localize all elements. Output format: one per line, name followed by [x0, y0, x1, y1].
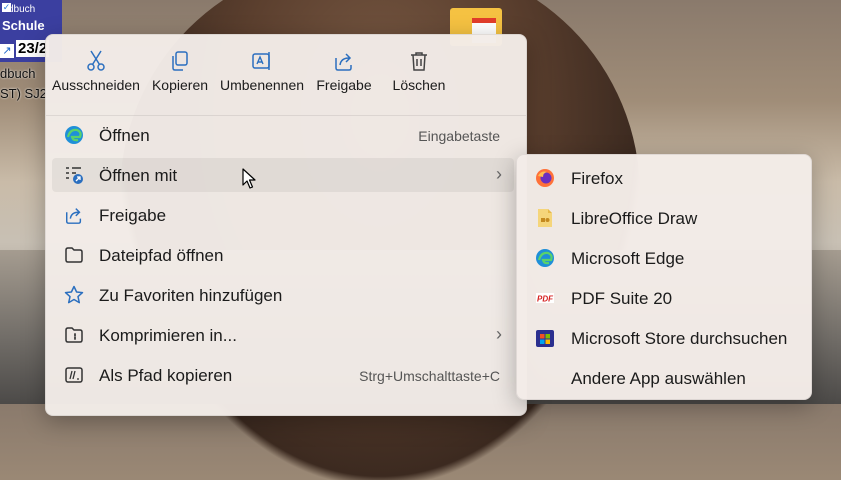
- desktop-shortcut-label-2: ST) SJ2: [0, 86, 47, 101]
- shortcut-hint: Eingabetaste: [418, 128, 500, 144]
- menu-item-open-file-location[interactable]: Dateipfad öffnen: [52, 238, 514, 272]
- tile-text-line1: dbuch: [8, 4, 36, 15]
- submenu-item-label: Microsoft Edge: [571, 249, 685, 268]
- copy-button[interactable]: Kopieren: [146, 43, 214, 107]
- submenu-item-label: Andere App auswählen: [571, 369, 746, 388]
- menu-item-label: Öffnen mit: [99, 166, 178, 185]
- menu-item-copy-as-path[interactable]: Als Pfad kopieren Strg+Umschalttaste+C: [52, 358, 514, 392]
- separator: [46, 115, 526, 116]
- star-icon: [64, 285, 84, 305]
- shortcut-arrow-icon: ↗: [0, 44, 14, 58]
- menu-item-label: Freigabe: [99, 206, 167, 225]
- open-with-icon: [64, 165, 84, 185]
- submenu-item-firefox[interactable]: Firefox: [523, 160, 805, 196]
- delete-button[interactable]: Löschen: [384, 43, 454, 107]
- menu-item-open-with[interactable]: Öffnen mit ›: [52, 158, 514, 192]
- copy-label: Kopieren: [151, 77, 209, 93]
- menu-item-label: Komprimieren in...: [99, 326, 237, 345]
- menu-item-label: Zu Favoriten hinzufügen: [99, 286, 283, 305]
- store-icon: [535, 328, 555, 348]
- chevron-right-icon: ›: [496, 164, 502, 184]
- share-button[interactable]: Freigabe: [310, 43, 378, 107]
- rename-icon: [216, 43, 308, 77]
- submenu-item-microsoft-edge[interactable]: Microsoft Edge: [523, 240, 805, 276]
- submenu-item-pdf-suite[interactable]: PDF PDF Suite 20: [523, 280, 805, 316]
- submenu-item-microsoft-store[interactable]: Microsoft Store durchsuchen: [523, 320, 805, 356]
- submenu-item-libreoffice-draw[interactable]: LibreOffice Draw: [523, 200, 805, 236]
- share-icon: [310, 43, 378, 77]
- share-label: Freigabe: [316, 77, 372, 93]
- menu-item-compress[interactable]: Komprimieren in... ›: [52, 318, 514, 352]
- menu-item-label: Dateipfad öffnen: [99, 246, 224, 265]
- menu-item-share[interactable]: Freigabe: [52, 198, 514, 232]
- svg-text:PDF: PDF: [537, 295, 554, 304]
- delete-label: Löschen: [392, 77, 446, 93]
- chevron-right-icon: ›: [496, 324, 502, 344]
- libreoffice-draw-icon: [535, 208, 555, 228]
- copy-path-icon: [64, 365, 84, 385]
- submenu-item-label: Firefox: [571, 169, 623, 188]
- edge-icon: [535, 248, 555, 268]
- quick-actions-bar: Ausschneiden Kopieren Umbenennen Freigab…: [46, 35, 526, 115]
- pdf-suite-icon: PDF: [535, 288, 555, 308]
- cut-label: Ausschneiden: [52, 77, 140, 93]
- menu-item-label: Als Pfad kopieren: [99, 366, 233, 385]
- open-with-submenu: Firefox LibreOffice Draw Microsoft Edge …: [516, 154, 812, 400]
- mouse-cursor-icon: [242, 168, 256, 189]
- rename-button[interactable]: Umbenennen: [216, 43, 308, 107]
- submenu-item-label: LibreOffice Draw: [571, 209, 698, 228]
- copy-icon: [146, 43, 214, 77]
- share-icon: [64, 205, 84, 225]
- context-menu: Ausschneiden Kopieren Umbenennen Freigab…: [45, 34, 527, 416]
- submenu-item-label: Microsoft Store durchsuchen: [571, 329, 788, 348]
- tile-text-line2: Schule: [2, 18, 45, 33]
- zip-folder-icon: [64, 325, 84, 345]
- firefox-icon: [535, 168, 555, 188]
- edge-icon: [64, 125, 84, 145]
- shortcut-hint: Strg+Umschalttaste+C: [359, 368, 500, 384]
- submenu-item-choose-other-app[interactable]: Andere App auswählen: [523, 360, 805, 396]
- cut-button[interactable]: Ausschneiden: [50, 43, 142, 107]
- desktop-shortcut-label: dbuch: [0, 66, 36, 81]
- menu-item-open[interactable]: Öffnen Eingabetaste: [52, 118, 514, 152]
- submenu-item-label: PDF Suite 20: [571, 289, 673, 308]
- scissors-icon: [50, 43, 142, 77]
- rename-label: Umbenennen: [219, 77, 305, 93]
- menu-item-add-favorites[interactable]: Zu Favoriten hinzufügen: [52, 278, 514, 312]
- trash-icon: [384, 43, 454, 77]
- folder-icon: [64, 245, 84, 265]
- menu-item-label: Öffnen: [99, 126, 150, 145]
